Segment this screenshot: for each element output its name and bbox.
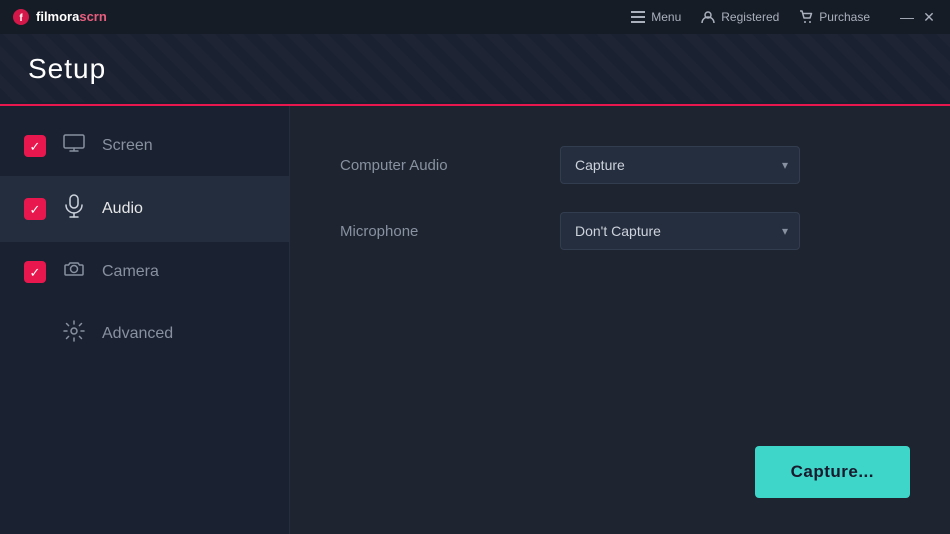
menu-icon — [631, 11, 645, 23]
main-area: ✓ Screen ✓ Au — [0, 106, 950, 534]
logo-text: filmorascrn — [36, 8, 107, 26]
cart-icon — [799, 10, 813, 24]
sidebar-camera-label: Camera — [102, 263, 159, 281]
page-title: Setup — [28, 53, 106, 85]
app-logo: f filmorascrn — [12, 8, 107, 26]
advanced-icon — [62, 320, 86, 348]
header: Setup — [0, 34, 950, 106]
microphone-select[interactable]: Capture Don't Capture — [560, 212, 800, 250]
camera-icon — [62, 260, 86, 284]
microphone-select-wrapper: Capture Don't Capture ▾ — [560, 212, 800, 250]
user-icon — [701, 10, 715, 24]
sidebar-advanced-label: Advanced — [102, 325, 173, 343]
logo-icon: f — [12, 8, 30, 26]
close-button[interactable]: ✕ — [920, 8, 938, 26]
audio-checkbox[interactable]: ✓ — [24, 198, 46, 220]
menu-button[interactable]: Menu — [631, 10, 681, 24]
window-controls: — ✕ — [898, 8, 938, 26]
titlebar: f filmorascrn Menu Registered — [0, 0, 950, 34]
sidebar: ✓ Screen ✓ Au — [0, 106, 290, 534]
microphone-label: Microphone — [340, 223, 540, 240]
purchase-button[interactable]: Purchase — [799, 10, 870, 24]
sidebar-item-audio[interactable]: ✓ Audio — [0, 176, 289, 242]
capture-button[interactable]: Capture... — [755, 446, 910, 498]
sidebar-screen-label: Screen — [102, 137, 153, 155]
computer-audio-row: Computer Audio Capture Don't Capture ▾ — [340, 146, 900, 184]
computer-audio-label: Computer Audio — [340, 157, 540, 174]
sidebar-audio-label: Audio — [102, 200, 143, 218]
camera-checkbox[interactable]: ✓ — [24, 261, 46, 283]
audio-icon — [62, 194, 86, 224]
microphone-row: Microphone Capture Don't Capture ▾ — [340, 212, 900, 250]
screen-checkbox[interactable]: ✓ — [24, 135, 46, 157]
minimize-button[interactable]: — — [898, 8, 916, 26]
registered-button[interactable]: Registered — [701, 10, 779, 24]
content-area: Computer Audio Capture Don't Capture ▾ M… — [290, 106, 950, 534]
computer-audio-select[interactable]: Capture Don't Capture — [560, 146, 800, 184]
sidebar-item-advanced[interactable]: Advanced — [0, 302, 289, 366]
screen-icon — [62, 134, 86, 158]
titlebar-left: f filmorascrn — [12, 8, 107, 26]
sidebar-item-screen[interactable]: ✓ Screen — [0, 116, 289, 176]
sidebar-item-camera[interactable]: ✓ Camera — [0, 242, 289, 302]
titlebar-right: Menu Registered Purchase — ✕ — [631, 8, 938, 26]
computer-audio-select-wrapper: Capture Don't Capture ▾ — [560, 146, 800, 184]
